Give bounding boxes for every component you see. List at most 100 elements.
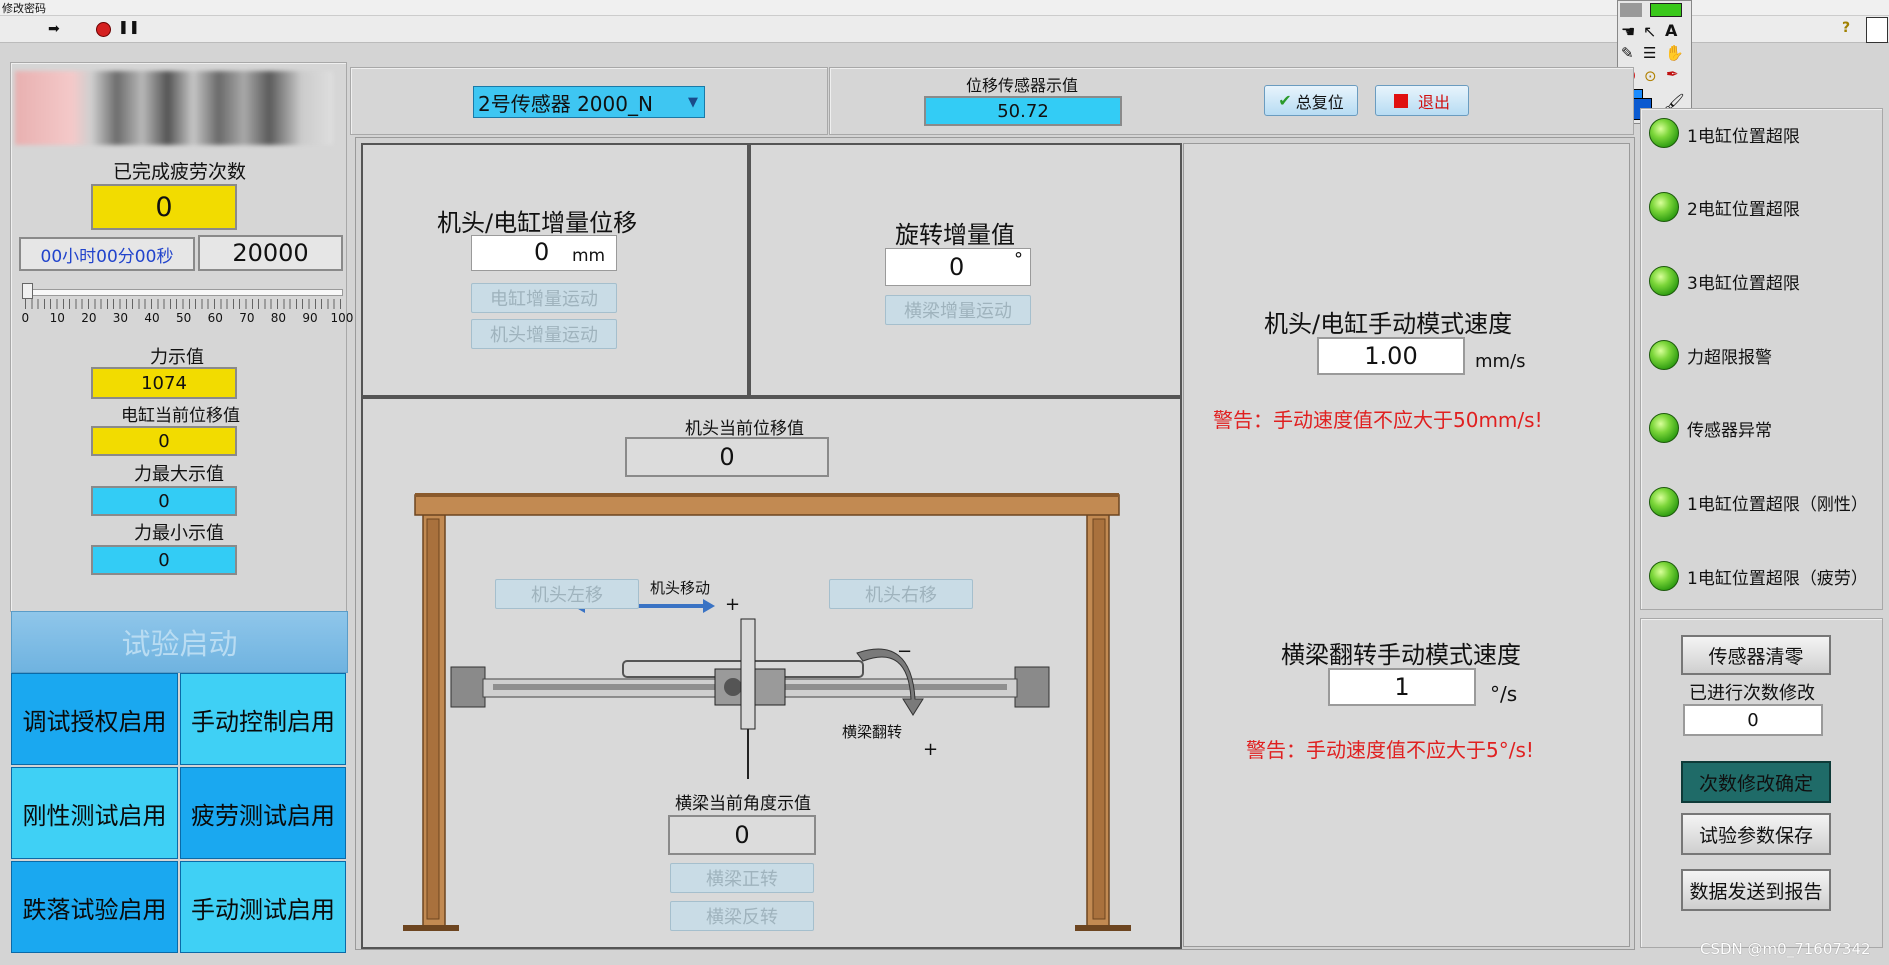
- target-count-field[interactable]: 20000: [198, 235, 343, 271]
- operate-tool-icon[interactable]: ☚: [1621, 22, 1635, 41]
- alarm-label-1: 1电缸位置超限: [1687, 127, 1800, 147]
- right-mount: [1014, 666, 1050, 708]
- head-speed-title: 机头/电缸手动模式速度: [1264, 310, 1513, 338]
- head-cylinder: [740, 618, 756, 730]
- top-crossbeam-cap: [415, 493, 1119, 497]
- alarm-led-1: [1649, 118, 1679, 148]
- color-copy-tool-icon[interactable]: ✒: [1666, 65, 1679, 83]
- slider-tick-label: 50: [176, 311, 192, 325]
- position-tool-icon[interactable]: ↖: [1643, 22, 1656, 41]
- head-left-button[interactable]: 机头左移: [495, 579, 639, 609]
- right-column-rail: [1092, 518, 1106, 920]
- led-tool-icon[interactable]: [1650, 3, 1682, 17]
- move-arrow-right: [703, 599, 715, 613]
- force-max-value: 0: [91, 486, 237, 516]
- alarm-label-3: 3电缸位置超限: [1687, 274, 1800, 294]
- param-save-button[interactable]: 试验参数保存: [1681, 813, 1831, 855]
- tile-drop-test[interactable]: 跌落试验启用: [11, 861, 178, 953]
- right-control-panel: 传感器清零 已进行次数修改 0 次数修改确定 试验参数保存 数据发送到报告: [1640, 618, 1883, 948]
- test-start-button[interactable]: 试验启动: [11, 611, 348, 673]
- rotation-increment-input[interactable]: 0 °: [885, 248, 1031, 286]
- increment-disp-value: 0: [534, 238, 550, 266]
- increment-disp-input[interactable]: 0 mm: [471, 235, 617, 271]
- head-speed-input[interactable]: 1.00: [1317, 337, 1465, 375]
- increment-disp-unit: mm: [572, 246, 606, 266]
- beam-speed-input[interactable]: 1: [1328, 668, 1476, 706]
- test-start-label: 试验启动: [121, 627, 238, 661]
- chevron-down-icon: ▼: [688, 95, 698, 110]
- beam-speed-unit: °/s: [1490, 682, 1518, 706]
- tile-debug-auth[interactable]: 调试授权启用: [11, 673, 178, 765]
- probe-tool-icon[interactable]: ⊙: [1644, 67, 1657, 85]
- tile-manual-control[interactable]: 手动控制启用: [180, 673, 346, 765]
- slider-tick-label: 100: [330, 311, 354, 325]
- slider-tick-label: 60: [207, 311, 223, 325]
- head-right-button[interactable]: 机头右移: [829, 579, 973, 609]
- slider-tick-label: 0: [21, 311, 30, 325]
- help-icon[interactable]: ?: [1842, 20, 1850, 36]
- scroll-tool-icon[interactable]: ✋: [1665, 44, 1684, 62]
- send-report-button[interactable]: 数据发送到报告: [1681, 869, 1831, 911]
- count-confirm-button[interactable]: 次数修改确定: [1681, 761, 1831, 803]
- tile-drop-test-label: 跌落试验启用: [22, 895, 167, 924]
- run-arrow-icon[interactable]: ➡: [48, 21, 60, 37]
- tile-rigidity-test[interactable]: 刚性测试启用: [11, 767, 178, 859]
- left-column-rail: [426, 518, 440, 920]
- shortcut-tool-icon[interactable]: ☰: [1643, 44, 1656, 62]
- cylinder-increment-button[interactable]: 电缸增量运动: [471, 283, 617, 313]
- alarm-led-3: [1649, 266, 1679, 296]
- beam-angle-value: 0: [668, 815, 816, 855]
- slider-minor-ticks: [25, 299, 341, 309]
- window-title: 修改密码: [2, 2, 46, 15]
- toolbar: ➡ ❚❚ ?: [0, 16, 1889, 43]
- wire-tool-icon[interactable]: ✎: [1621, 44, 1634, 62]
- exit-button[interactable]: 退出: [1375, 85, 1469, 116]
- alarm-label-6: 1电缸位置超限（刚性）: [1687, 495, 1868, 515]
- exit-label: 退出: [1417, 92, 1450, 112]
- disp-sensor-value: 50.72: [924, 96, 1122, 126]
- beam-forward-button[interactable]: 横梁正转: [670, 863, 814, 893]
- slider-tick-label: 80: [270, 311, 287, 325]
- force-label: 力示值: [150, 347, 204, 368]
- watermark: CSDN @m0_71607342: [1700, 940, 1871, 958]
- flip-plus-sign: +: [923, 739, 939, 760]
- checkmark-icon: ✔: [1278, 91, 1292, 110]
- alarm-label-5: 传感器异常: [1687, 421, 1772, 441]
- left-mount: [450, 666, 486, 708]
- alarm-led-7: [1649, 561, 1679, 591]
- sensor-select-value: 2号传感器 2000_N: [478, 91, 653, 116]
- speed-frame: 机头/电缸手动模式速度 1.00 mm/s 警告：手动速度值不应大于50mm/s…: [1183, 143, 1630, 947]
- beam-speed-title: 横梁翻转手动模式速度: [1281, 641, 1521, 669]
- reset-all-button[interactable]: ✔ 总复位: [1264, 85, 1358, 116]
- slider-tick-label: 30: [112, 311, 129, 325]
- alarm-label-7: 1电缸位置超限（疲劳）: [1687, 569, 1868, 589]
- alarm-label-4: 力超限报警: [1687, 348, 1772, 368]
- tile-manual-test-label: 手动测试启用: [191, 895, 335, 924]
- head-increment-button[interactable]: 机头增量运动: [471, 319, 617, 349]
- text-tool-icon[interactable]: A: [1665, 21, 1677, 40]
- count-modify-input[interactable]: 0: [1683, 704, 1823, 736]
- pause-icon[interactable]: ❚❚: [118, 20, 140, 35]
- auto-tool-icon[interactable]: [1620, 3, 1642, 17]
- left-status-panel: 已完成疲劳次数 0 00小时00分00秒 20000 0 10 20 30 40 50 60…: [10, 62, 353, 612]
- title-bar: 修改密码: [0, 0, 1889, 16]
- slider-thumb[interactable]: [22, 283, 33, 299]
- sensor-select[interactable]: 2号传感器 2000_N ▼: [473, 86, 705, 118]
- beam-increment-button[interactable]: 横梁增量运动: [885, 295, 1031, 325]
- progress-slider[interactable]: 0 10 20 30 40 50 60 70 80 90 100: [21, 281, 353, 339]
- sensor-zero-button[interactable]: 传感器清零: [1681, 635, 1831, 675]
- slider-tick-label: 90: [302, 311, 318, 325]
- tile-fatigue-test[interactable]: 疲劳测试启用: [180, 767, 346, 859]
- count-modify-label: 已进行次数修改: [1689, 683, 1815, 704]
- tile-manual-test[interactable]: 手动测试启用: [180, 861, 346, 953]
- force-min-label: 力最小示值: [134, 523, 224, 544]
- rotation-increment-frame: 旋转增量值 0 ° 横梁增量运动: [749, 143, 1182, 397]
- elapsed-time-display: 00小时00分00秒: [19, 237, 195, 271]
- foot-left: [403, 925, 459, 931]
- stop-square-icon: [1393, 93, 1408, 108]
- beam-reverse-button[interactable]: 横梁反转: [670, 901, 814, 931]
- slider-track: [25, 289, 343, 296]
- stop-icon[interactable]: [96, 22, 111, 37]
- alarm-panel: 1电缸位置超限 2电缸位置超限 3电缸位置超限 力超限报警 传感器异常 1电缸位…: [1640, 108, 1883, 610]
- force-value: 1074: [91, 367, 237, 399]
